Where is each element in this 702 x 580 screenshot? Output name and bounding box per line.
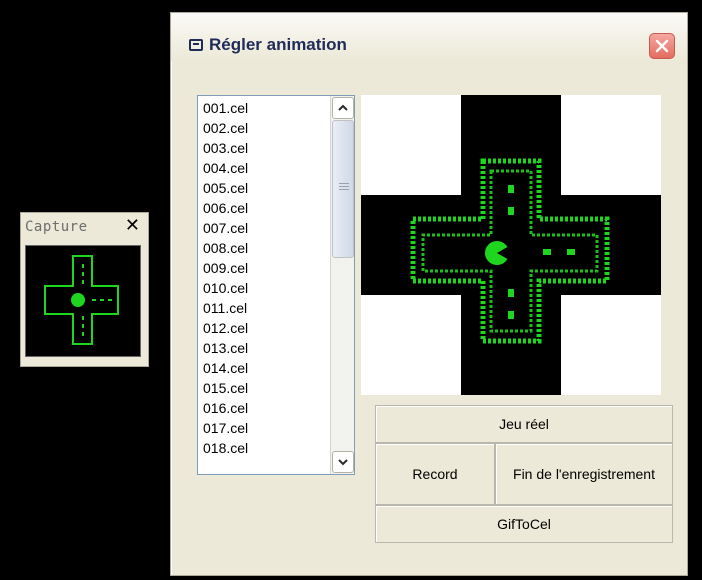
cel-file-list[interactable]: 001.cel 002.cel 003.cel 004.cel 005.cel 006.c… [197, 95, 355, 475]
list-item[interactable]: 006.cel [203, 198, 321, 218]
close-button[interactable] [649, 33, 675, 59]
chevron-up-icon [338, 104, 348, 111]
capture-title: Capture [25, 219, 88, 235]
animation-preview [361, 95, 661, 395]
capture-preview [25, 245, 141, 357]
record-button[interactable]: Record [375, 443, 495, 505]
list-item[interactable]: 011.cel [203, 298, 321, 318]
list-item[interactable]: 005.cel [203, 178, 321, 198]
title-bar: Régler animation [171, 13, 687, 61]
list-item[interactable]: 001.cel [203, 98, 321, 118]
list-item[interactable]: 003.cel [203, 138, 321, 158]
cross-preview-image [361, 95, 661, 395]
list-scrollbar[interactable] [330, 96, 354, 474]
scroll-down-button[interactable] [332, 451, 354, 473]
end-recording-button[interactable]: Fin de l'enregistrement [495, 443, 673, 505]
jeu-reel-button[interactable]: Jeu réel [375, 405, 673, 443]
list-item[interactable]: 004.cel [203, 158, 321, 178]
list-item[interactable]: 012.cel [203, 318, 321, 338]
gif-to-cel-button[interactable]: GifToCel [375, 505, 673, 543]
list-item[interactable]: 014.cel [203, 358, 321, 378]
close-icon [655, 39, 669, 53]
list-item[interactable]: 002.cel [203, 118, 321, 138]
dialog-title: Régler animation [209, 35, 347, 54]
list-item[interactable]: 009.cel [203, 258, 321, 278]
list-items: 001.cel 002.cel 003.cel 004.cel 005.cel 006.c… [203, 98, 321, 458]
scroll-up-button[interactable] [332, 97, 354, 119]
animation-dialog: Régler animation 001.cel 002.cel 003.cel 00… [170, 12, 688, 576]
list-item[interactable]: 016.cel [203, 398, 321, 418]
scroll-thumb[interactable] [332, 120, 354, 258]
list-item[interactable]: 013.cel [203, 338, 321, 358]
window-icon [189, 39, 203, 51]
grip-icon [339, 183, 349, 193]
list-item[interactable]: 008.cel [203, 238, 321, 258]
capture-window: Capture ✕ [20, 212, 149, 367]
capture-close-icon[interactable]: ✕ [125, 217, 140, 235]
list-item[interactable]: 015.cel [203, 378, 321, 398]
list-item[interactable]: 018.cel [203, 438, 321, 458]
chevron-down-icon [338, 459, 348, 466]
list-item[interactable]: 010.cel [203, 278, 321, 298]
list-item[interactable]: 007.cel [203, 218, 321, 238]
list-item[interactable]: 017.cel [203, 418, 321, 438]
